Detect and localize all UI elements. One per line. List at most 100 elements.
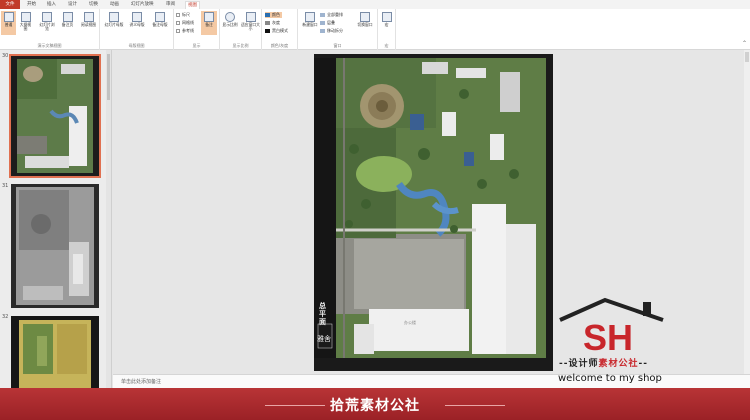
- group-label: 显示比例: [232, 43, 249, 48]
- slide-number: 31: [2, 183, 9, 189]
- normal-view-icon: [3, 12, 14, 22]
- notes-page-button[interactable]: 备注页: [60, 11, 75, 35]
- group-label: 演示文稿视图: [37, 43, 62, 48]
- tab-transitions[interactable]: 切换: [89, 1, 98, 9]
- site-master-plan: [314, 54, 553, 371]
- collapse-ribbon-icon[interactable]: ⌃: [742, 40, 747, 47]
- tab-review[interactable]: 审阅: [166, 1, 175, 9]
- scrollbar-thumb[interactable]: [107, 54, 110, 100]
- slide-master-button[interactable]: 幻灯片母版: [103, 11, 125, 35]
- handout-master-button[interactable]: 讲义母版: [127, 11, 147, 35]
- switch-windows-button[interactable]: 切换窗口: [355, 11, 375, 35]
- new-window-button[interactable]: 新建窗口: [300, 11, 320, 35]
- group-label: 母版视图: [128, 43, 145, 48]
- switch-windows-icon: [360, 12, 370, 22]
- checkbox-icon: [176, 12, 180, 17]
- tab-design[interactable]: 设计: [68, 1, 77, 9]
- group-label: 显示: [192, 43, 201, 48]
- site-plan-thumbnail: [11, 56, 99, 176]
- logo-subtitle-red: 素材公社: [598, 359, 639, 369]
- gridlines-checkbox[interactable]: 网格线: [176, 20, 194, 26]
- ribbon: 普通 大纲视图 幻灯片浏览 备注页 阅读视图 演示文稿视图 幻灯片母版 讲义母版: [0, 9, 750, 50]
- macros-button[interactable]: 宏: [379, 11, 394, 35]
- magnifier-icon: [225, 12, 235, 22]
- slide-number: 32: [2, 314, 9, 320]
- handout-master-icon: [132, 12, 142, 22]
- macro-icon: [381, 12, 392, 22]
- ribbon-tab-bar: 文件 开始 插入 设计 切换 动画 幻灯片放映 审阅 视图: [0, 0, 750, 9]
- outline-view-button[interactable]: 大纲视图: [18, 11, 33, 35]
- slide-sorter-icon: [42, 12, 52, 22]
- tab-home[interactable]: 开始: [27, 1, 36, 9]
- black-white-button[interactable]: 黑白模式: [265, 28, 288, 34]
- group-presentation-views: 普通 大纲视图 幻灯片浏览 备注页 阅读视图 演示文稿视图: [0, 9, 100, 50]
- fit-window-icon: [245, 12, 256, 22]
- tab-view[interactable]: 视图: [185, 1, 200, 9]
- shop-watermark-logo: SH --设计师素材公社-- welcome to my shop: [555, 296, 710, 388]
- current-slide[interactable]: 总平面 雅舍 办公楼: [314, 54, 553, 371]
- notes-toggle-button[interactable]: 备注: [201, 11, 217, 35]
- tab-insert[interactable]: 插入: [47, 1, 56, 9]
- ruler-checkbox[interactable]: 标尺: [176, 12, 190, 18]
- grayscale-plan-thumbnail: [11, 184, 99, 308]
- normal-view-button[interactable]: 普通: [1, 11, 16, 35]
- canvas-scrollbar[interactable]: [744, 50, 750, 374]
- sh-house-logo-icon: SH: [559, 297, 664, 358]
- checkbox-icon: [176, 20, 180, 25]
- checkbox-icon: [176, 28, 180, 33]
- notes-master-button[interactable]: 备注母版: [150, 11, 170, 35]
- bottom-banner: 拾荒素材公社: [0, 388, 750, 420]
- logo-subtitle: --设计师素材公社--: [559, 359, 648, 369]
- zoom-button[interactable]: 显示比例: [222, 11, 238, 35]
- logo-subtitle-black: 设计师: [568, 359, 599, 369]
- new-window-icon: [305, 12, 315, 22]
- scrollbar-thumb[interactable]: [745, 52, 749, 62]
- arrange-all-icon: [320, 12, 325, 17]
- cascade-icon: [320, 20, 325, 25]
- group-label: 颜色/灰度: [270, 43, 289, 48]
- fit-to-window-button[interactable]: 适应窗口大小: [241, 11, 260, 35]
- notes-page-icon: [62, 12, 73, 22]
- notes-master-icon: [155, 12, 165, 22]
- color-swatch-icon: [265, 12, 270, 17]
- banner-title: 拾荒素材公社: [330, 398, 420, 414]
- plan-title: 总平面: [319, 302, 326, 326]
- seal-stamp: 雅舍: [317, 335, 331, 343]
- group-show: 标尺 网格线 参考线 备注 显示: [174, 9, 220, 50]
- guides-checkbox[interactable]: 参考线: [176, 28, 194, 34]
- grayscale-button[interactable]: 灰度: [265, 20, 280, 26]
- slide-thumbnail-30[interactable]: [9, 54, 101, 178]
- tab-file[interactable]: 文件: [0, 0, 20, 9]
- outline-view-icon: [20, 12, 31, 22]
- group-window: 新建窗口 全部重排 层叠 移动拆分 切换窗口 窗口: [298, 9, 378, 50]
- cascade-button[interactable]: 层叠: [320, 20, 335, 26]
- group-label: 宏: [384, 43, 389, 48]
- group-master-views: 幻灯片母版 讲义母版 备注母版 母版视图: [100, 9, 174, 50]
- slide-thumbnail-pane: 30 31 32: [0, 50, 112, 388]
- welcome-text: welcome to my shop: [558, 373, 662, 384]
- move-split-icon: [320, 28, 325, 33]
- notes-placeholder: 单击此处添加备注: [121, 379, 162, 385]
- tab-animations[interactable]: 动画: [110, 1, 119, 9]
- grayscale-swatch-icon: [265, 20, 270, 25]
- arrange-all-button[interactable]: 全部重排: [320, 12, 343, 18]
- group-macros: 宏 宏: [378, 9, 396, 50]
- thumbnail-scrollbar[interactable]: [106, 50, 111, 388]
- group-zoom: 显示比例 适应窗口大小 显示比例: [220, 9, 262, 50]
- slide-sorter-button[interactable]: 幻灯片浏览: [38, 11, 56, 35]
- slide-thumbnail-32[interactable]: [11, 316, 99, 388]
- slide-number: 30: [2, 53, 9, 59]
- group-label: 窗口: [333, 43, 342, 48]
- color-plan-thumbnail: [11, 316, 99, 388]
- building-label: 办公楼: [404, 320, 416, 325]
- svg-text:SH: SH: [583, 317, 633, 356]
- color-button[interactable]: 颜色: [265, 12, 282, 18]
- tab-slideshow[interactable]: 幻灯片放映: [131, 1, 154, 9]
- move-split-button[interactable]: 移动拆分: [320, 28, 343, 34]
- group-color-grayscale: 颜色 灰度 黑白模式 颜色/灰度: [262, 9, 298, 50]
- notes-icon: [204, 12, 214, 22]
- black-white-swatch-icon: [265, 28, 270, 33]
- slide-thumbnail-31[interactable]: [11, 184, 99, 308]
- reading-view-button[interactable]: 阅读视图: [79, 11, 98, 35]
- slide-master-icon: [109, 12, 119, 22]
